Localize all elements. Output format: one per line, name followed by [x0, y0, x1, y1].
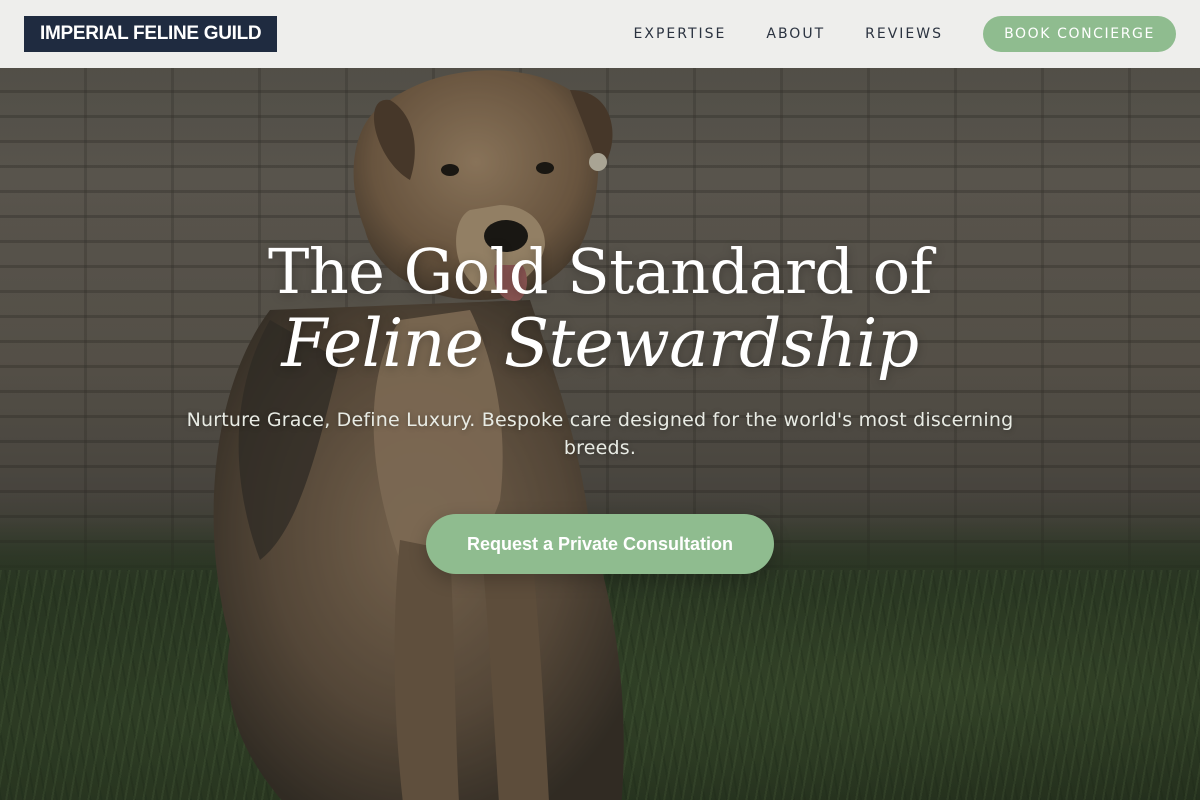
- request-consultation-button[interactable]: Request a Private Consultation: [426, 514, 774, 574]
- hero-title-line1: The Gold Standard of: [267, 235, 933, 308]
- site-header: IMPERIAL FELINE GUILD EXPERTISE ABOUT RE…: [0, 0, 1200, 68]
- book-concierge-button[interactable]: BOOK CONCIERGE: [983, 16, 1176, 52]
- brand-logo[interactable]: IMPERIAL FELINE GUILD: [24, 16, 278, 52]
- nav-link-reviews[interactable]: REVIEWS: [865, 26, 943, 42]
- hero-subtitle: Nurture Grace, Define Luxury. Bespoke ca…: [186, 409, 1014, 459]
- landing-page: IMPERIAL FELINE GUILD EXPERTISE ABOUT RE…: [0, 0, 1200, 800]
- hero-title-line2: Feline Stewardship: [281, 305, 919, 382]
- nav-link-about[interactable]: ABOUT: [766, 26, 825, 42]
- hero-title: The Gold Standard of Feline Stewardship: [0, 236, 1200, 380]
- nav-link-expertise[interactable]: EXPERTISE: [634, 26, 727, 42]
- hero-section: The Gold Standard of Feline Stewardship …: [0, 236, 1200, 574]
- main-nav: EXPERTISE ABOUT REVIEWS BOOK CONCIERGE: [634, 16, 1176, 52]
